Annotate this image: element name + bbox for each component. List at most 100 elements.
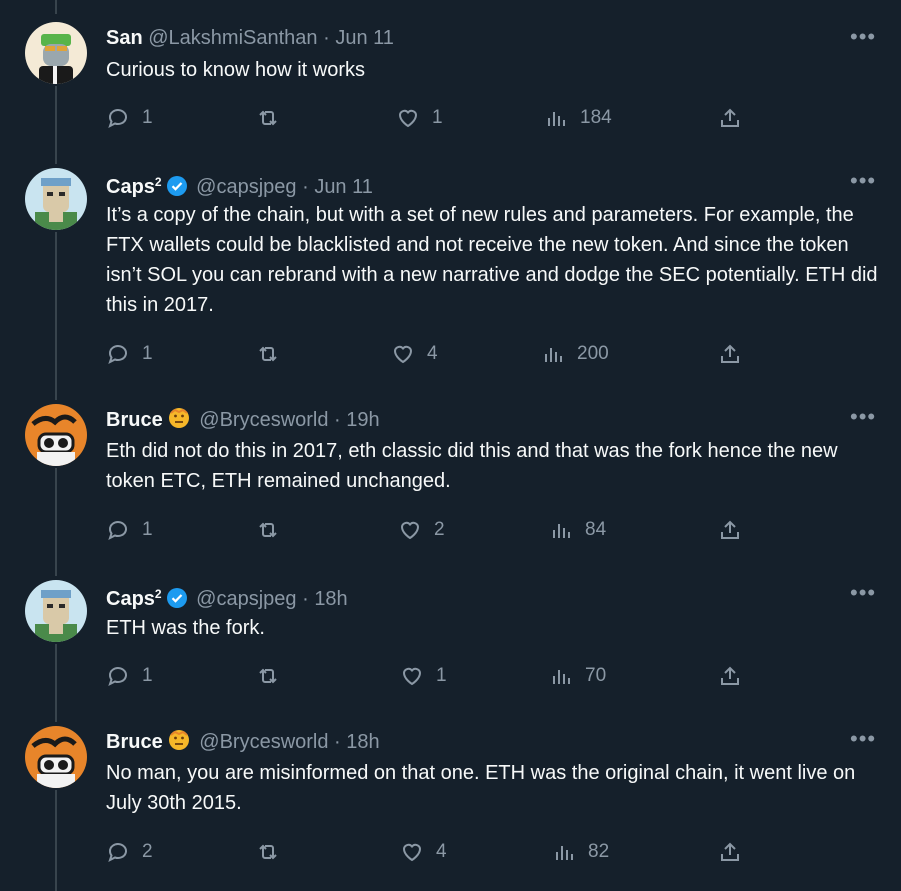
share-icon [721, 666, 739, 685]
retweet-icon [259, 346, 277, 362]
tweet-text: No man, you are misinformed on that one.… [106, 762, 856, 814]
share-button[interactable] [718, 342, 742, 366]
views-icon [556, 846, 573, 860]
tweet-actions: 1 2 84 [106, 518, 746, 542]
share-icon [721, 520, 739, 539]
tweet-text: It’s a copy of the chain, but with a set… [106, 204, 878, 316]
retweet-button[interactable] [256, 342, 292, 366]
reply-button[interactable]: 1 [106, 342, 153, 366]
author-handle[interactable]: @Brycesworld [199, 731, 328, 753]
author-name[interactable]: Caps2 [106, 175, 162, 198]
views-count: 200 [577, 343, 609, 364]
thread-line [55, 86, 57, 164]
author-name[interactable]: Bruce [106, 731, 163, 753]
views-count: 70 [585, 665, 607, 686]
more-icon[interactable]: ••• [850, 24, 876, 50]
thread-line [55, 468, 57, 576]
thread-line [55, 0, 57, 14]
author-name[interactable]: San [106, 27, 143, 49]
tweet-text: ETH was the fork. [106, 617, 265, 639]
retweet-icon [259, 110, 277, 126]
like-button[interactable]: 4 [400, 840, 447, 864]
reply-button[interactable]: 1 [106, 518, 153, 542]
retweet-icon [259, 668, 277, 684]
thread-line [55, 790, 57, 891]
retweet-icon [259, 522, 277, 538]
retweet-icon [259, 844, 277, 860]
reply-button[interactable]: 1 [106, 664, 153, 688]
tweet-date[interactable]: 18h [314, 588, 347, 610]
author-handle[interactable]: @Brycesworld [199, 409, 328, 431]
share-button[interactable] [718, 106, 742, 130]
views-button[interactable]: 70 [549, 664, 606, 688]
views-count: 184 [580, 107, 612, 128]
author-name[interactable]: Caps2 [106, 587, 162, 610]
more-icon[interactable]: ••• [850, 404, 876, 430]
dot-separator: · [317, 27, 336, 49]
emoji-badge-icon[interactable] [167, 728, 191, 752]
retweet-button[interactable] [256, 106, 292, 130]
reply-button[interactable]: 2 [106, 840, 153, 864]
dot-separator: · [296, 588, 315, 610]
tweet-actions: 2 4 82 [106, 840, 746, 864]
author-name[interactable]: Bruce [106, 409, 163, 431]
share-button[interactable] [718, 518, 742, 542]
views-icon [548, 112, 565, 126]
emoji-badge-icon[interactable] [167, 406, 191, 430]
like-icon [398, 109, 418, 128]
retweet-button[interactable] [256, 664, 292, 688]
views-button[interactable]: 200 [541, 342, 609, 366]
like-count: 1 [432, 107, 443, 128]
share-button[interactable] [718, 840, 742, 864]
tweet-date[interactable]: 18h [346, 731, 379, 753]
like-icon [402, 843, 422, 862]
share-button[interactable] [718, 664, 742, 688]
more-icon[interactable]: ••• [850, 168, 876, 194]
reply-count: 2 [142, 841, 153, 862]
verified-badge-icon[interactable] [166, 175, 188, 197]
like-button[interactable]: 1 [400, 664, 447, 688]
reply-count: 1 [142, 665, 153, 686]
reply-count: 1 [142, 519, 153, 540]
like-icon [393, 345, 413, 364]
author-handle[interactable]: @capsjpeg [196, 588, 296, 610]
avatar-san[interactable] [25, 22, 87, 84]
dot-separator: · [296, 176, 315, 198]
avatar-bruce[interactable] [25, 404, 87, 466]
verified-badge-icon[interactable] [166, 587, 188, 609]
reply-icon [108, 521, 127, 540]
like-button[interactable]: 2 [398, 518, 445, 542]
reply-icon [108, 843, 127, 862]
author-handle[interactable]: @capsjpeg [196, 176, 296, 198]
reply-icon [108, 667, 127, 686]
like-count: 4 [427, 343, 438, 364]
tweet-date[interactable]: Jun 11 [335, 27, 394, 49]
more-icon[interactable]: ••• [850, 580, 876, 606]
views-button[interactable]: 184 [544, 106, 612, 130]
tweet-header: San @LakshmiSanthan · Jun 11 [106, 26, 394, 50]
like-button[interactable]: 1 [396, 106, 443, 130]
avatar-caps[interactable] [25, 168, 87, 230]
reply-count: 1 [142, 343, 153, 364]
tweet-date[interactable]: Jun 11 [314, 176, 373, 198]
tweet-actions: 1 1 184 [106, 106, 746, 130]
tweet-header: Caps2 @capsjpeg · Jun 11 [106, 170, 373, 199]
reply-button[interactable]: 1 [106, 106, 153, 130]
tweet-date[interactable]: 19h [346, 409, 379, 431]
author-handle[interactable]: @LakshmiSanthan [148, 27, 317, 49]
views-button[interactable]: 82 [552, 840, 609, 864]
more-icon[interactable]: ••• [850, 726, 876, 752]
retweet-button[interactable] [256, 518, 292, 542]
tweet-text: Curious to know how it works [106, 59, 365, 81]
avatar-caps[interactable] [25, 580, 87, 642]
dot-separator: · [328, 731, 347, 753]
views-count: 82 [588, 841, 610, 862]
avatar-bruce[interactable] [25, 726, 87, 788]
views-button[interactable]: 84 [549, 518, 606, 542]
views-icon [553, 670, 570, 684]
like-button[interactable]: 4 [391, 342, 438, 366]
like-icon [402, 667, 422, 686]
retweet-button[interactable] [256, 840, 292, 864]
tweet-text: Eth did not do this in 2017, eth classic… [106, 440, 838, 492]
share-icon [721, 842, 739, 861]
